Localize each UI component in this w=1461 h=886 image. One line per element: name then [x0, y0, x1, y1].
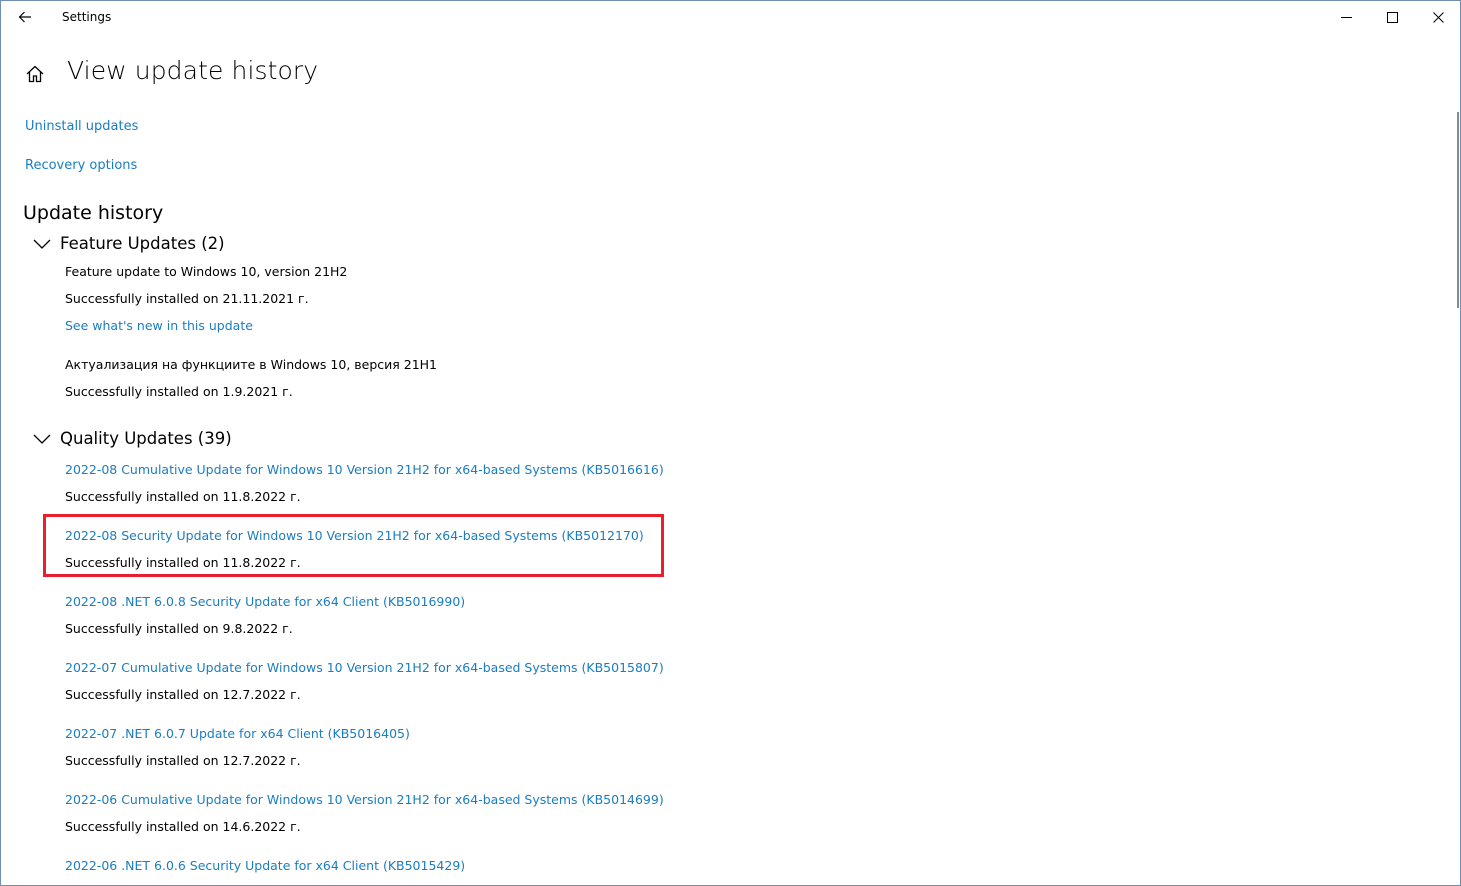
- update-status: Successfully installed on 12.7.2022 г.: [65, 753, 301, 768]
- feature-updates-label: Feature Updates (2): [60, 234, 225, 253]
- maximize-button[interactable]: [1369, 0, 1415, 34]
- close-icon: [1432, 11, 1444, 23]
- list-item: 2022-06 .NET 6.0.6 Security Update for x…: [65, 855, 465, 874]
- update-name: Feature update to Windows 10, version 21…: [65, 264, 348, 279]
- quality-updates-header[interactable]: Quality Updates (39): [33, 429, 232, 448]
- back-button[interactable]: [8, 2, 42, 32]
- window-controls: [1323, 0, 1461, 34]
- scrollbar[interactable]: [1457, 112, 1459, 308]
- home-icon[interactable]: [25, 64, 45, 84]
- quality-updates-label: Quality Updates (39): [60, 429, 232, 448]
- title-bar: Settings: [0, 0, 1461, 34]
- update-link[interactable]: 2022-07 .NET 6.0.7 Update for x64 Client…: [65, 726, 410, 741]
- app-title: Settings: [62, 10, 112, 24]
- list-item: Актуализация на функциите в Windows 10, …: [65, 357, 437, 400]
- list-item: 2022-08 .NET 6.0.8 Security Update for x…: [65, 591, 465, 637]
- recovery-options-link[interactable]: Recovery options: [25, 158, 137, 173]
- update-status: Successfully installed on 14.6.2022 г.: [65, 819, 301, 834]
- update-status: Successfully installed on 9.8.2022 г.: [65, 621, 293, 636]
- chevron-down-icon: [33, 239, 51, 249]
- update-link[interactable]: 2022-08 .NET 6.0.8 Security Update for x…: [65, 594, 465, 609]
- list-item: Feature update to Windows 10, version 21…: [65, 264, 347, 334]
- chevron-down-icon: [33, 434, 51, 444]
- minimize-button[interactable]: [1323, 0, 1369, 34]
- uninstall-updates-link[interactable]: Uninstall updates: [25, 119, 138, 134]
- update-name: Актуализация на функциите в Windows 10, …: [65, 357, 438, 372]
- update-status: Successfully installed on 11.8.2022 г.: [65, 489, 301, 504]
- highlight-box: [43, 514, 664, 577]
- maximize-icon: [1386, 11, 1398, 23]
- back-arrow-icon: [18, 11, 31, 23]
- update-history-heading: Update history: [23, 202, 164, 224]
- feature-updates-header[interactable]: Feature Updates (2): [33, 234, 225, 253]
- close-button[interactable]: [1415, 0, 1461, 34]
- update-link[interactable]: 2022-06 Cumulative Update for Windows 10…: [65, 792, 664, 807]
- list-item: 2022-08 Cumulative Update for Windows 10…: [65, 459, 664, 505]
- minimize-icon: [1340, 16, 1352, 18]
- update-status: Successfully installed on 21.11.2021 г.: [65, 291, 309, 306]
- update-link[interactable]: 2022-06 .NET 6.0.6 Security Update for x…: [65, 858, 465, 873]
- page-title: View update history: [67, 56, 319, 85]
- update-status: Successfully installed on 1.9.2021 г.: [65, 384, 293, 399]
- update-link[interactable]: 2022-08 Cumulative Update for Windows 10…: [65, 462, 664, 477]
- list-item: 2022-07 Cumulative Update for Windows 10…: [65, 657, 664, 703]
- list-item: 2022-07 .NET 6.0.7 Update for x64 Client…: [65, 723, 410, 769]
- whats-new-link[interactable]: See what's new in this update: [65, 318, 347, 334]
- update-status: Successfully installed on 12.7.2022 г.: [65, 687, 301, 702]
- list-item: 2022-06 Cumulative Update for Windows 10…: [65, 789, 664, 835]
- update-link[interactable]: 2022-07 Cumulative Update for Windows 10…: [65, 660, 664, 675]
